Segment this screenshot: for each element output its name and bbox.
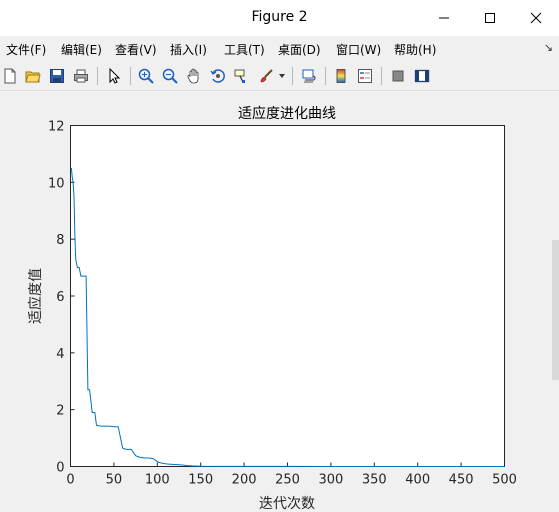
save-icon[interactable] (47, 66, 67, 86)
close-icon (530, 12, 542, 24)
dock-pin-icon[interactable]: ↘ (544, 41, 553, 54)
brush-icon[interactable] (256, 66, 276, 86)
colorbar-icon[interactable] (331, 66, 351, 86)
zoom-out-icon[interactable] (160, 66, 180, 86)
legend-icon[interactable] (355, 66, 375, 86)
menu-view[interactable]: 查看(V) (115, 41, 157, 58)
edit-plot-arrow-icon[interactable] (104, 66, 124, 86)
menu-window[interactable]: 窗口(W) (336, 41, 381, 58)
axes-box[interactable] (70, 125, 505, 467)
data-cursor-icon[interactable] (232, 66, 252, 86)
title-bar: Figure 2 (0, 0, 559, 36)
link-plot-icon[interactable] (299, 66, 319, 86)
open-file-icon[interactable] (23, 66, 43, 86)
maximize-button[interactable] (467, 0, 513, 36)
menu-file[interactable]: 文件(F) (6, 41, 46, 58)
minimize-button[interactable] (421, 0, 467, 36)
toolbar (0, 62, 559, 91)
close-button[interactable] (513, 0, 559, 36)
menu-edit[interactable]: 编辑(E) (61, 41, 102, 58)
menu-bar: 文件(F) 编辑(E) 查看(V) 插入(I) 工具(T) 桌面(D) 窗口(W… (0, 38, 559, 60)
menu-insert[interactable]: 插入(I) (170, 41, 207, 58)
side-scrollbar[interactable] (552, 240, 559, 380)
zoom-in-icon[interactable] (136, 66, 156, 86)
menu-desktop[interactable]: 桌面(D) (278, 41, 321, 58)
show-plot-tools-icon[interactable] (412, 66, 432, 86)
new-figure-icon[interactable] (0, 66, 20, 86)
hide-plot-tools-icon[interactable] (388, 66, 408, 86)
minimize-icon (439, 17, 449, 19)
print-icon[interactable] (71, 66, 91, 86)
menu-help[interactable]: 帮助(H) (394, 41, 436, 58)
menu-tools[interactable]: 工具(T) (224, 41, 265, 58)
maximize-icon (485, 13, 495, 23)
brush-dropdown-icon[interactable] (277, 66, 287, 86)
pan-hand-icon[interactable] (184, 66, 204, 86)
rotate-3d-icon[interactable] (208, 66, 228, 86)
